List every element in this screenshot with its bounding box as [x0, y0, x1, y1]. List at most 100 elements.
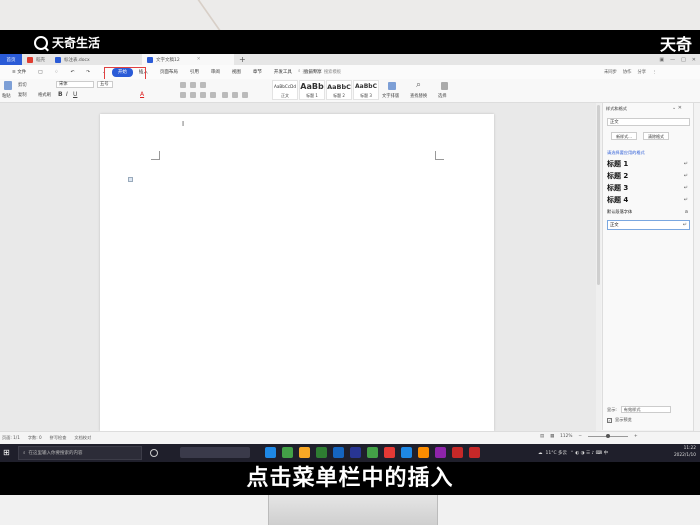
zoom-in-icon[interactable]: +: [634, 434, 638, 439]
store-icon[interactable]: [316, 447, 327, 458]
sync-status[interactable]: 未同步: [604, 69, 617, 75]
more-icon[interactable]: ⋮: [652, 70, 656, 75]
style-heading-1[interactable]: AaBb 标题 1: [299, 80, 325, 100]
new-tab-button[interactable]: +: [234, 54, 251, 65]
command-search[interactable]: ⌕ 查找命令、搜索模板: [298, 67, 341, 76]
zoom-slider-knob[interactable]: [606, 434, 611, 438]
bullet-list-icon[interactable]: [180, 82, 186, 88]
font-color-button[interactable]: A: [140, 91, 144, 98]
app-green-icon[interactable]: [282, 447, 293, 458]
weather-text[interactable]: 11°C 多云: [546, 450, 568, 456]
menu-view[interactable]: 视图: [226, 68, 247, 77]
style-heading-2[interactable]: AaBbC 标题 2: [326, 80, 352, 100]
align-left-icon[interactable]: [180, 92, 186, 98]
taskbar-clock[interactable]: 11:22 2022/1/10: [666, 445, 696, 459]
style-item-default-font[interactable]: 默认段落字体 a: [607, 206, 690, 218]
close-icon[interactable]: ✕: [692, 57, 696, 63]
format-painter-button[interactable]: 格式刷: [38, 92, 51, 98]
maximize-icon[interactable]: □: [681, 57, 686, 63]
align-right-icon[interactable]: [200, 92, 206, 98]
clear-format-button[interactable]: 清除格式: [643, 132, 669, 140]
menu-developer[interactable]: 开发工具: [268, 68, 298, 77]
minimize-icon[interactable]: —: [670, 57, 675, 63]
print-icon[interactable]: ♢: [48, 68, 64, 77]
underline-button[interactable]: U: [73, 91, 77, 98]
show-filter-select[interactable]: 有效样式: [620, 406, 671, 413]
close-tab-icon[interactable]: ✕: [197, 57, 201, 62]
tab-home[interactable]: 首页: [0, 54, 22, 65]
save-icon[interactable]: □: [32, 68, 48, 77]
align-center-icon[interactable]: [190, 92, 196, 98]
select-button[interactable]: 选择: [438, 93, 447, 99]
app-red-icon[interactable]: [452, 447, 463, 458]
indent-icon[interactable]: [200, 82, 206, 88]
app-blue-icon[interactable]: [333, 447, 344, 458]
italic-button[interactable]: I: [66, 91, 68, 98]
text-layout-icon[interactable]: [388, 82, 396, 90]
photoshop-icon[interactable]: [350, 447, 361, 458]
zoom-out-icon[interactable]: −: [578, 434, 582, 439]
app-blue-2-icon[interactable]: [401, 447, 412, 458]
file-explorer-icon[interactable]: [299, 447, 310, 458]
tab-document-1[interactable]: 标注表.docx: [50, 54, 142, 65]
style-item-heading-3[interactable]: 标题 3 ↵: [607, 182, 690, 194]
find-replace-button[interactable]: 查找替换: [410, 93, 427, 99]
new-style-button[interactable]: 新样式...: [611, 132, 637, 140]
current-style-field[interactable]: 正文: [607, 118, 690, 126]
numbered-list-icon[interactable]: [190, 82, 196, 88]
text-layout-button[interactable]: 文字排版: [382, 93, 399, 99]
justify-icon[interactable]: [210, 92, 216, 98]
redo-icon[interactable]: ↷: [80, 68, 96, 77]
task-view-icon[interactable]: [150, 449, 158, 457]
select-icon[interactable]: [441, 82, 448, 90]
taskbar-app-browser-window[interactable]: [180, 447, 250, 458]
tab-docer[interactable]: 稻壳: [22, 54, 50, 65]
style-item-heading-2[interactable]: 标题 2 ↵: [607, 170, 690, 182]
wechat-icon[interactable]: [367, 447, 378, 458]
copy-button[interactable]: 复制: [18, 92, 27, 98]
undo-icon[interactable]: ↶: [65, 68, 81, 77]
menu-file[interactable]: ≡ 文件: [6, 68, 32, 77]
paste-icon[interactable]: [4, 81, 12, 90]
taskbar-search[interactable]: ⌕ 在这里输入你要搜索的内容: [18, 446, 142, 460]
zoom-slider[interactable]: [588, 434, 629, 438]
windows-start-icon[interactable]: ⊞: [3, 448, 10, 458]
zoom-level[interactable]: 112%: [560, 434, 572, 439]
tab-document-2[interactable]: 文字文稿12 ✕: [142, 54, 234, 65]
style-normal[interactable]: AaBbCcDd 正文: [272, 80, 298, 100]
cut-button[interactable]: 剪切: [18, 82, 27, 88]
menu-page-layout[interactable]: 页面布局: [154, 68, 184, 77]
view-mode-icon[interactable]: ▤: [540, 434, 544, 439]
panel-close-icon[interactable]: ✕: [678, 105, 682, 111]
app-orange-icon[interactable]: [418, 447, 429, 458]
line-spacing-icon[interactable]: [222, 92, 228, 98]
panel-menu-icon[interactable]: ⌄: [672, 105, 676, 111]
style-item-heading-4[interactable]: 标题 4 ↵: [607, 194, 690, 206]
shading-icon[interactable]: [242, 92, 248, 98]
edge-browser-icon[interactable]: [265, 447, 276, 458]
wps-icon[interactable]: [384, 447, 395, 458]
web-view-icon[interactable]: ▦: [550, 434, 554, 439]
app-purple-icon[interactable]: [435, 447, 446, 458]
show-preview-checkbox[interactable]: ✓: [607, 417, 612, 423]
bold-button[interactable]: B: [58, 91, 63, 98]
menu-review[interactable]: 审阅: [205, 68, 226, 77]
find-icon[interactable]: ⌕: [416, 80, 421, 90]
word-count[interactable]: 字数: 0: [28, 435, 42, 441]
collaborate-button[interactable]: 协作: [623, 69, 632, 75]
tray-icons[interactable]: ⌃ ◐ ◑ ☰ ♪ ⌨ 中: [570, 450, 608, 456]
vertical-scrollbar[interactable]: [596, 103, 601, 431]
style-item-normal[interactable]: 正文 ↵: [607, 220, 690, 230]
paste-label[interactable]: 粘贴: [2, 93, 11, 99]
layout-icon[interactable]: ▣: [659, 57, 664, 63]
style-item-heading-1[interactable]: 标题 1 ↵: [607, 158, 690, 170]
menu-section[interactable]: 章节: [247, 68, 268, 77]
spell-check[interactable]: 拼写检查: [50, 435, 67, 441]
document-page[interactable]: [100, 114, 494, 431]
wps-writer-icon[interactable]: [469, 447, 480, 458]
page-count[interactable]: 页面: 1/1: [2, 435, 20, 441]
menu-references[interactable]: 引用: [184, 68, 205, 77]
share-button[interactable]: 分享: [637, 69, 646, 75]
font-select[interactable]: 宋体: [56, 81, 94, 88]
font-size-select[interactable]: 五号: [97, 81, 113, 88]
